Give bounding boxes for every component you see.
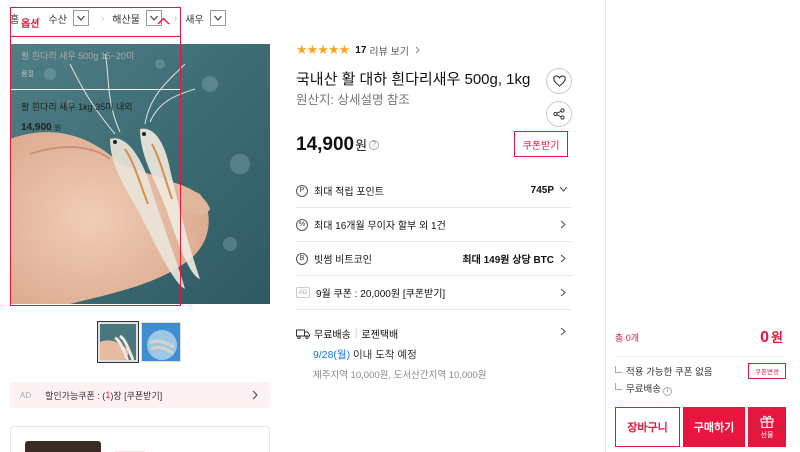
chevron-right-icon [252,390,258,400]
review-count: 17 [355,44,367,56]
chevron-right-icon [415,46,420,54]
price-info-icon[interactable]: ? [369,139,380,150]
gift-label: 선물 [760,432,774,439]
chevron-right-icon [560,288,566,297]
thumbnail-2[interactable] [141,322,181,362]
no-applicable-coupon: 적용 가능한 쿠폰 없음 [615,364,713,378]
divider [615,356,785,357]
add-to-cart-button[interactable]: 장바구니 [615,407,680,447]
breadcrumb-dropdown-shrimp[interactable] [209,10,226,26]
benefit-label: 최대 16개월 무이자 할부 외 1건 [314,221,446,232]
benefit-monthly-coupon[interactable]: AD 9월 쿠폰 : 20,000원 [쿠폰받기] [296,276,572,310]
thumbnail-image [100,324,136,360]
chevron-right-icon [560,220,566,229]
chevron-down-icon [559,186,568,192]
total-unit: 원 [771,330,783,345]
rating-stars: ★★★★★ [296,42,350,57]
get-coupon-button[interactable]: 쿠폰받기 [514,131,568,157]
benefit-label: 빗썸 비트코인 [314,255,372,266]
rating-summary[interactable]: ★★★★★ 17 리뷰 보기 [296,42,420,58]
benefit-points[interactable]: P 최대 적립 포인트 745P [296,174,572,208]
arrival-date: 9/28(월) [313,349,351,361]
coupon-bar-prefix: 할인가능쿠폰 : ( [45,390,106,401]
option-price-unit: 원 [54,125,62,132]
chevron-right-icon[interactable] [560,327,566,336]
free-shipping-summary: 무료배송 i [615,381,672,396]
option-header[interactable]: 옵션 [11,8,180,37]
option-selector: 옵션 활 흰다리 새우 500g 15~20미 품절 활 흰다리 새우 1kg … [10,7,181,306]
related-card[interactable] [10,426,270,452]
heart-icon [552,75,566,87]
info-icon[interactable]: i [662,387,672,396]
thumbnail-list [97,321,181,363]
benefit-label: 최대 적립 포인트 [314,187,384,198]
wishlist-button[interactable] [546,68,572,94]
point-icon: P [296,184,308,197]
thumbnail-1[interactable] [97,321,139,363]
divider: | [354,328,358,339]
buy-now-button[interactable]: 구매하기 [683,407,745,447]
price-value: 14,900 [296,134,355,155]
share-icon [553,108,565,120]
benefit-value: 745P [530,185,554,196]
percent-icon: % [296,218,308,231]
benefit-installment[interactable]: % 최대 16개월 무이자 할부 외 1건 [296,208,572,242]
share-button[interactable] [546,101,572,127]
chevron-right-icon [560,254,566,263]
option-price: 14,900 [21,122,52,133]
extra-shipping-fee: 제주지역 10,000원, 도서산간지역 10,000원 [313,370,487,381]
coupon-bar-suffix: )장 [쿠폰받기] [110,390,163,401]
benefit-value: 최대 149원 상당 BTC [462,255,554,266]
chevron-down-icon [213,15,222,21]
benefit-list: P 최대 적립 포인트 745P % 최대 16개월 무이자 할부 외 1건 B… [296,174,572,310]
option-name: 활 흰다리 새우 1kg 35미 내외 [21,102,133,112]
product-origin: 원산지: 상세설명 참조 [296,93,410,107]
total-count: 총 0개 [615,333,640,343]
chevron-up-icon [157,17,170,25]
change-coupon-button[interactable]: 쿠폰변경 [748,363,786,379]
gift-icon [760,415,774,428]
bitcoin-icon: B [296,252,308,265]
benefit-bitcoin[interactable]: B 빗썸 비트코인 최대 149원 상당 BTC [296,242,572,276]
shipping-info: 무료배송 | 로젠택배 9/28(월) 이내 도착 예정 제주지역 10,000… [296,326,487,381]
product-price: 14,900원? [296,134,380,156]
free-shipping-text: 무료배송 [626,384,661,395]
breadcrumb-item-shrimp[interactable]: 새우 [185,11,203,26]
ad-label: AD [20,390,32,400]
ad-badge-icon: AD [296,287,310,298]
option-header-label: 옵션 [21,18,40,30]
option-item-soldout: 활 흰다리 새우 500g 15~20미 품절 [11,37,180,79]
option-item[interactable]: 활 흰다리 새우 1kg 35미 내외 14,900 원 [11,90,180,133]
soldout-label: 품절 [21,71,34,78]
thumbnail-image [142,323,180,361]
option-name: 활 흰다리 새우 500g 15~20미 [21,51,135,61]
truck-icon [296,329,310,339]
gift-button[interactable]: 선물 [748,407,786,447]
free-shipping-label: 무료배송 [314,330,351,341]
carrier-name: 로젠택배 [361,330,399,341]
benefit-label: 9월 쿠폰 : 20,000원 [쿠폰받기] [316,289,446,300]
related-card-image [25,441,101,452]
arrival-text: 이내 도착 예정 [350,349,417,361]
available-coupon-bar[interactable]: AD 할인가능쿠폰 : (1)장 [쿠폰받기] [10,382,270,408]
product-title: 국내산 활 대하 흰다리새우 500g, 1kg [296,71,531,88]
total-amount: 0 [760,329,770,346]
review-link[interactable]: 리뷰 보기 [369,43,409,58]
price-unit: 원 [355,138,368,153]
